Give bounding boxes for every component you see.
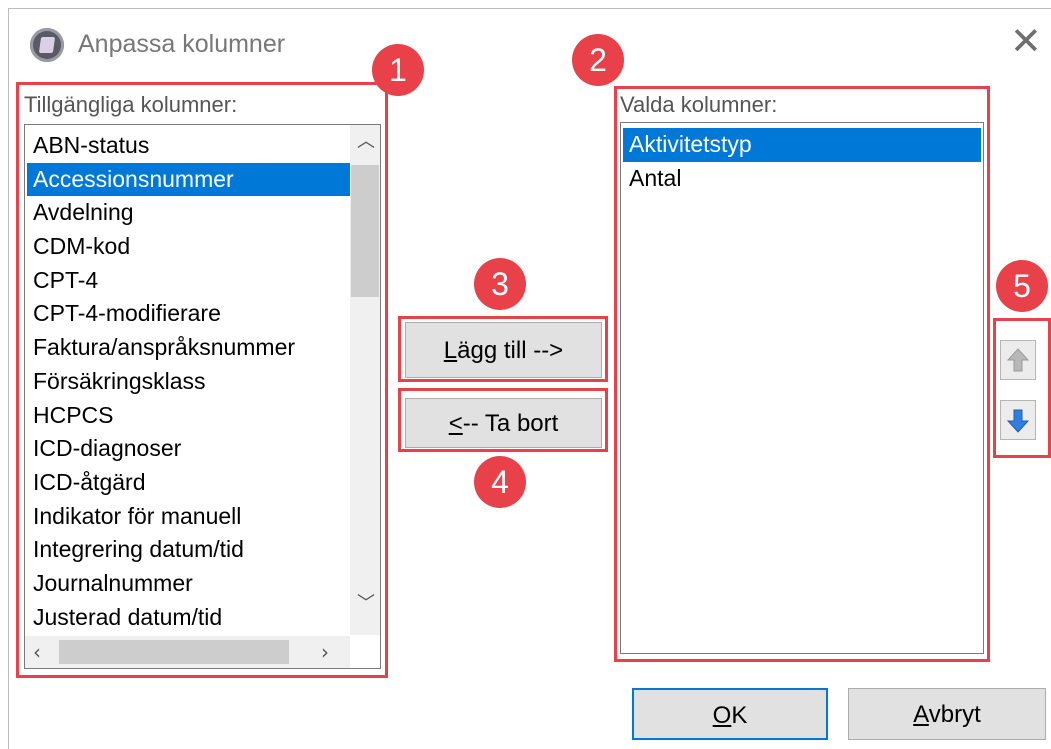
- list-item[interactable]: HCPCS: [27, 399, 350, 433]
- horizontal-scrollbar[interactable]: ‹ ›: [25, 636, 350, 668]
- list-item[interactable]: Accessionsnummer: [27, 162, 350, 197]
- scroll-thumb[interactable]: [351, 165, 379, 297]
- move-down-button[interactable]: [1000, 400, 1036, 440]
- move-up-button[interactable]: [1000, 340, 1036, 380]
- callout-badge-3: 3: [474, 258, 526, 310]
- callout-badge-2: 2: [572, 34, 624, 86]
- close-icon[interactable]: ✕: [1010, 22, 1042, 60]
- scroll-right-icon[interactable]: ›: [321, 642, 329, 662]
- list-item[interactable]: CDM-kod: [27, 230, 350, 264]
- list-item[interactable]: ABN-status: [27, 129, 350, 163]
- scroll-up-icon[interactable]: ︿: [357, 133, 375, 151]
- scroll-left-icon[interactable]: ‹: [33, 642, 41, 662]
- scroll-down-icon[interactable]: ﹀: [357, 595, 375, 613]
- hscroll-thumb[interactable]: [59, 640, 289, 664]
- list-item[interactable]: Aktivitetstyp: [623, 128, 981, 162]
- list-item[interactable]: ICD-diagnoser: [27, 432, 350, 466]
- list-item[interactable]: Integrering datum/tid: [27, 533, 350, 567]
- list-item[interactable]: Försäkringsklass: [27, 365, 350, 399]
- app-icon: [30, 28, 64, 62]
- arrow-down-icon: [1006, 409, 1030, 433]
- callout-badge-1: 1: [372, 44, 424, 96]
- list-item[interactable]: Avdelning: [27, 196, 350, 230]
- arrow-up-icon: [1006, 348, 1030, 372]
- list-item[interactable]: Antal: [623, 162, 981, 196]
- callout-badge-5: 5: [996, 260, 1048, 312]
- vertical-scrollbar[interactable]: ︿ ﹀: [350, 125, 380, 635]
- selected-columns-label: Valda kolumner:: [620, 92, 778, 117]
- selected-columns-list[interactable]: Aktivitetstyp Antal: [620, 122, 984, 654]
- list-item[interactable]: Justerad datum/tid: [27, 601, 350, 635]
- callout-badge-4: 4: [474, 456, 526, 508]
- available-columns-label: Tillgängliga kolumner:: [24, 92, 238, 117]
- list-item[interactable]: ICD-åtgärd: [27, 466, 350, 500]
- ok-button[interactable]: OK: [632, 688, 828, 740]
- remove-button[interactable]: <-- Ta bort: [405, 398, 602, 448]
- list-item[interactable]: Indikator för manuell: [27, 500, 350, 534]
- list-item[interactable]: Faktura/anspråksnummer: [27, 331, 350, 365]
- list-item[interactable]: Journalnummer: [27, 567, 350, 601]
- list-item[interactable]: CPT-4: [27, 264, 350, 298]
- add-button[interactable]: Lägg till -->: [405, 322, 602, 378]
- list-item[interactable]: CPT-4-modifierare: [27, 297, 350, 331]
- dialog-title: Anpassa kolumner: [78, 30, 286, 58]
- cancel-button[interactable]: Avbryt: [848, 688, 1046, 740]
- available-columns-list[interactable]: ABN-status Accessionsnummer Avdelning CDM-k…: [24, 124, 381, 669]
